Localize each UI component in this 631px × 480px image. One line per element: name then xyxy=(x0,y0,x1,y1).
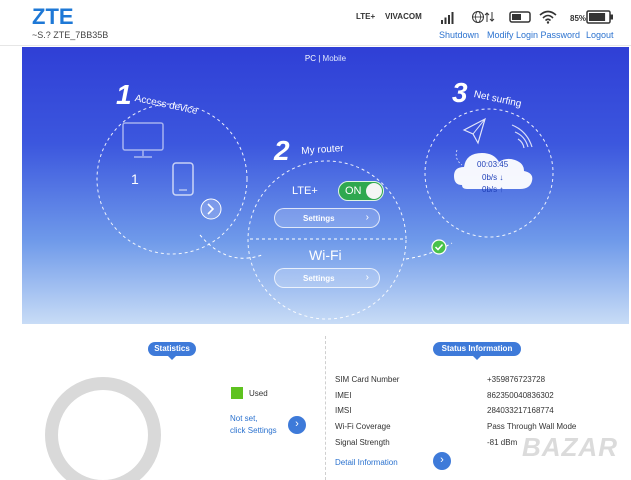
phone-icon xyxy=(172,162,194,196)
step-1-number: 1 xyxy=(116,79,132,110)
info-value: 284033217168774 xyxy=(487,406,554,415)
watermark: BAZAR xyxy=(522,432,618,462)
lte-settings-button[interactable]: Settings › xyxy=(274,208,380,228)
wifi-title: Wi-Fi xyxy=(309,247,342,263)
signal-arcs-icon xyxy=(511,124,533,149)
access-device-circle xyxy=(96,103,248,255)
step-2-number: 2 xyxy=(274,135,290,166)
not-set-line-2: click Settings xyxy=(230,426,277,435)
signal-strength-icon xyxy=(441,12,454,24)
battery-icon xyxy=(586,10,613,24)
connected-check-icon xyxy=(431,239,447,255)
top-header: ZTE ~S.? ZTE_7BB35B LTE+ VIVACOM 85% Shu… xyxy=(0,0,631,46)
not-set-line-1: Not set, xyxy=(230,414,258,423)
logout-link[interactable]: Logout xyxy=(586,30,614,40)
info-value: Pass Through Wall Mode xyxy=(487,422,577,431)
download-speed: 0b/s ↓ xyxy=(482,173,504,182)
wifi-settings-button[interactable]: Settings › xyxy=(274,268,380,288)
pc-mode-link[interactable]: PC xyxy=(305,54,316,63)
wifi-settings-label: Settings xyxy=(303,274,335,283)
info-key: IMEI xyxy=(335,391,352,400)
usage-donut-chart xyxy=(45,377,161,480)
used-legend-label: Used xyxy=(249,389,268,398)
shutdown-link[interactable]: Shutdown xyxy=(439,30,479,40)
ssid-label: ~S.? ZTE_7BB35B xyxy=(32,30,109,40)
cloud-icon xyxy=(454,153,533,189)
detail-information-arrow-button[interactable]: › xyxy=(433,452,451,470)
step-3-number: 3 xyxy=(452,77,468,108)
info-key: IMSI xyxy=(335,406,352,415)
mobile-mode-link[interactable]: Mobile xyxy=(323,54,347,63)
access-device-arrow-button xyxy=(200,198,222,220)
battery-percent: 85% xyxy=(570,14,587,23)
lte-settings-label: Settings xyxy=(303,214,335,223)
info-key: Signal Strength xyxy=(335,438,390,447)
info-value: -81 dBm xyxy=(487,438,518,447)
used-legend-swatch xyxy=(231,387,243,399)
info-key: Wi-Fi Coverage xyxy=(335,422,391,431)
sim-card-icon xyxy=(509,11,531,23)
info-row-imei: IMEI 862350040836302 xyxy=(335,391,615,405)
network-type: LTE+ xyxy=(356,12,376,21)
status-bar: LTE+ VIVACOM 85% xyxy=(0,10,631,26)
router-banner: PC | Mobile 1 Access device 1 2 My route… xyxy=(22,47,629,324)
modify-login-password-link[interactable]: Modify Login Password xyxy=(487,30,580,40)
globe-data-icon xyxy=(472,11,495,23)
chevron-right-icon: › xyxy=(365,272,369,283)
connection-time: 00:03:45 xyxy=(477,160,509,169)
info-value: 862350040836302 xyxy=(487,391,554,400)
chevron-right-icon: › xyxy=(365,212,369,223)
upload-speed: 0b/s ↑ xyxy=(482,185,504,194)
router-dashboard: ZTE ~S.? ZTE_7BB35B LTE+ VIVACOM 85% Shu… xyxy=(0,0,631,480)
info-key: SIM Card Number xyxy=(335,375,400,384)
status-information-badge: Status Information xyxy=(433,342,521,360)
not-set-click-settings-link[interactable]: Not set, click Settings xyxy=(230,413,277,437)
info-row-imsi: IMSI 284033217168774 xyxy=(335,406,615,420)
info-row-sim: SIM Card Number +359876723728 xyxy=(335,375,615,389)
statistics-settings-arrow-button[interactable]: › xyxy=(288,416,306,434)
connector-left xyxy=(199,234,263,259)
info-value: +359876723728 xyxy=(487,375,546,384)
section-divider xyxy=(325,336,326,480)
view-mode-switch: PC | Mobile xyxy=(22,54,629,63)
toggle-state: ON xyxy=(345,185,362,197)
operator-name: VIVACOM xyxy=(385,12,422,21)
mode-separator: | xyxy=(318,54,321,63)
detail-information-link[interactable]: Detail Information xyxy=(335,458,398,467)
statistics-badge: Statistics xyxy=(148,342,196,360)
toggle-knob xyxy=(366,183,382,199)
lte-toggle[interactable]: ON xyxy=(338,181,384,201)
monitor-icon xyxy=(122,122,164,158)
device-count: 1 xyxy=(131,171,139,187)
lte-label: LTE+ xyxy=(292,185,318,197)
wifi-icon xyxy=(539,10,557,24)
